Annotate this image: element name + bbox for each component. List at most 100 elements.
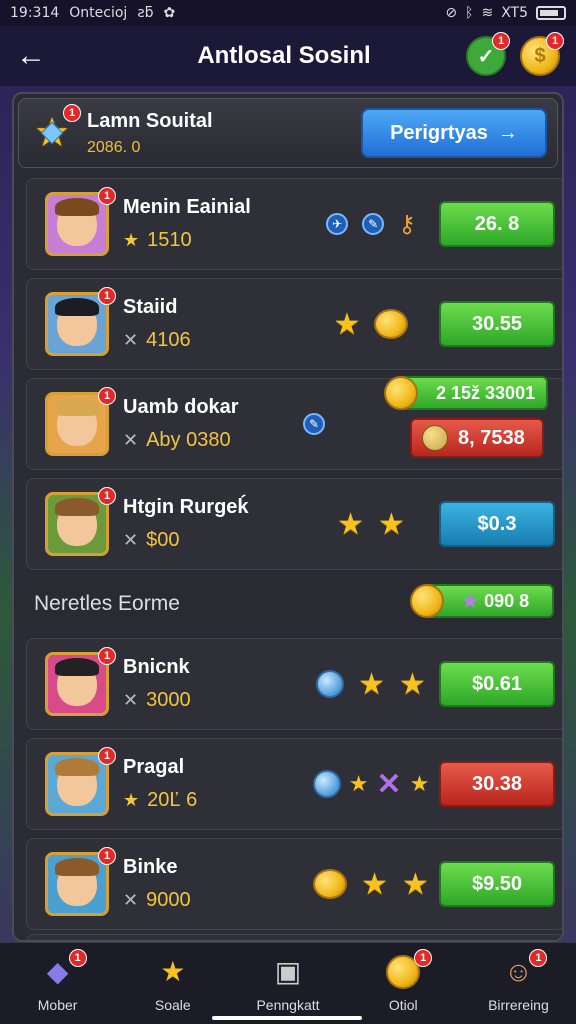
notification-badge: 1 <box>98 847 116 865</box>
primary-action-button[interactable]: Perigrtyas → <box>361 108 547 158</box>
status-time: 19:314 <box>10 5 60 21</box>
status-carrier: Ontecioj <box>69 5 128 21</box>
star-icon: ★ <box>462 590 479 611</box>
avatar: 1 <box>45 647 116 716</box>
gem-icon <box>316 670 345 698</box>
list-item[interactable]: 1 Htgin Rurgeḱ ✕ $00 ★ ★ $0.3 <box>26 478 562 570</box>
leaderboard-panel: ★ 1 Lamn Souital 2086. 0 Perigrtyas → 1 … <box>12 92 564 942</box>
notification-badge: 1 <box>546 32 564 50</box>
player-stat: 3000 <box>146 689 191 711</box>
list-item[interactable]: 1 Pragal ★ 20Ľ 6 ★ ✕ ★ 30.38 <box>26 738 562 830</box>
profile-score: 2086. 0 <box>87 138 141 156</box>
avatar: 1 <box>45 487 116 556</box>
player-name: Staiid <box>123 296 178 318</box>
value-button[interactable]: 30.38 <box>439 761 555 807</box>
gem-icon <box>312 770 341 798</box>
info-icon: ✈ <box>326 213 349 235</box>
player-name: Binke <box>123 856 178 878</box>
star-icon: ★ <box>399 667 426 701</box>
notification-badge: 1 <box>68 948 87 967</box>
avatar: 1 <box>45 187 116 256</box>
list-item[interactable]: 1 Menin Eainial ★ 1510 ✈ ✎ ⚷ 26. 8 <box>26 178 562 270</box>
player-stat: 4106 <box>146 329 191 351</box>
nav-label: Birrereing <box>488 996 549 1013</box>
star-icon: ★ <box>337 507 364 541</box>
star-icon: ★ <box>160 956 186 987</box>
value-button[interactable]: 8, 7538 <box>410 418 544 458</box>
list-item[interactable]: 1 Binke ✕ 9000 ★ ★ $9.50 <box>26 838 562 930</box>
nav-item-soale[interactable]: ★ Soale <box>115 943 230 1024</box>
notification-icon: ✿ <box>163 5 176 21</box>
value-button[interactable]: $0.3 <box>439 501 555 547</box>
avatar: 1 <box>45 747 116 816</box>
star-icon: ★ <box>348 771 369 796</box>
top-app-bar: ← Antlosal Sosinl ✓ 1 $ 1 <box>0 26 576 86</box>
profile-header-card: ★ 1 Lamn Souital 2086. 0 Perigrtyas → <box>18 98 558 168</box>
primary-action-label: Perigrtyas <box>390 121 488 144</box>
notification-badge: 1 <box>98 487 116 505</box>
close-icon: ✕ <box>123 690 139 710</box>
coin-icon[interactable]: $ 1 <box>520 32 564 76</box>
mute-icon: ⊘ <box>445 5 458 21</box>
profile-name: Lamn Souital <box>87 109 213 132</box>
nav-item-birrereing[interactable]: ☺ 1 Birrereing <box>461 943 576 1024</box>
avatar: 1 <box>45 387 116 456</box>
reward-pill[interactable]: 2 15ž 33001 <box>384 376 548 410</box>
wifi-icon: ≋ <box>481 5 494 21</box>
coin-icon <box>384 376 418 410</box>
star-icon: ★ <box>409 771 430 796</box>
nav-label: Penngkatt <box>256 996 320 1013</box>
coin-icon <box>374 309 409 339</box>
value-button[interactable]: $0.61 <box>439 661 555 707</box>
player-stat: 20Ľ 6 <box>147 789 198 811</box>
signal-text: XT5 <box>501 5 528 21</box>
notification-badge: 1 <box>414 948 433 967</box>
notification-badge: 1 <box>63 104 81 122</box>
list-item[interactable]: 1 Staiid ✕ 4106 ★ 30.55 <box>26 278 562 370</box>
notification-badge: 1 <box>98 387 116 405</box>
key-icon: ⚷ <box>398 210 416 238</box>
notification-badge: 1 <box>98 187 116 205</box>
value-button[interactable]: 26. 8 <box>439 201 555 247</box>
value-button[interactable]: 30.55 <box>439 301 555 347</box>
close-icon: ✕ <box>123 330 139 350</box>
nav-item-mober[interactable]: ◆ 1 Mober <box>0 943 115 1024</box>
home-indicator[interactable] <box>212 1016 362 1020</box>
check-icon[interactable]: ✓ 1 <box>466 32 510 76</box>
battery-icon <box>536 6 566 20</box>
section-title: Neretles Eorme <box>34 592 180 615</box>
notification-badge: 1 <box>98 287 116 305</box>
close-icon: ✕ <box>123 530 139 550</box>
bottom-navigation: ◆ 1 Mober ★ Soale ▣ Penngkatt 1 Otiol ☺ … <box>0 942 576 1024</box>
value-button[interactable]: $9.50 <box>439 861 555 907</box>
reward-pill[interactable]: ★ 090 8 <box>410 584 554 618</box>
star-icon: ★ <box>378 507 405 541</box>
cross-icon: ✕ <box>376 767 402 801</box>
star-icon: ★ <box>358 667 385 701</box>
info-icon: ✎ <box>362 213 385 235</box>
nav-item-otiol[interactable]: 1 Otiol <box>346 943 461 1024</box>
coin-icon <box>422 425 448 451</box>
coin-icon: 1 <box>386 948 433 989</box>
reward-value: 2 15ž 33001 <box>436 382 536 403</box>
player-name: Pragal <box>123 756 185 778</box>
status-bar: 19:314 Ontecioj ƨƃ ✿ ⊘ ᛒ ≋ XT5 <box>0 0 576 26</box>
list-item[interactable] <box>26 934 562 940</box>
player-name: Htgin Rurgeḱ <box>123 496 249 518</box>
notification-badge: 1 <box>492 32 510 50</box>
bluetooth-icon: ᛒ <box>465 5 474 21</box>
notification-badge: 1 <box>98 747 116 765</box>
nav-item-penngkatt[interactable]: ▣ Penngkatt <box>230 943 345 1024</box>
player-name: Bnicnk <box>123 656 190 678</box>
value-label: 8, 7538 <box>458 426 525 449</box>
player-stat: $00 <box>146 529 180 551</box>
star-icon: ★ <box>123 230 140 250</box>
close-icon: ✕ <box>123 430 139 450</box>
star-icon: ★ <box>123 790 140 810</box>
back-arrow-icon[interactable]: ← <box>16 39 52 73</box>
player-stat: 1510 <box>147 229 192 251</box>
star-icon: ★ <box>333 307 361 341</box>
list-item[interactable]: 1 Bnicnk ✕ 3000 ★ ★ $0.61 <box>26 638 562 730</box>
status-extra: ƨƃ <box>137 5 154 21</box>
player-name: Menin Eainial <box>123 196 251 218</box>
